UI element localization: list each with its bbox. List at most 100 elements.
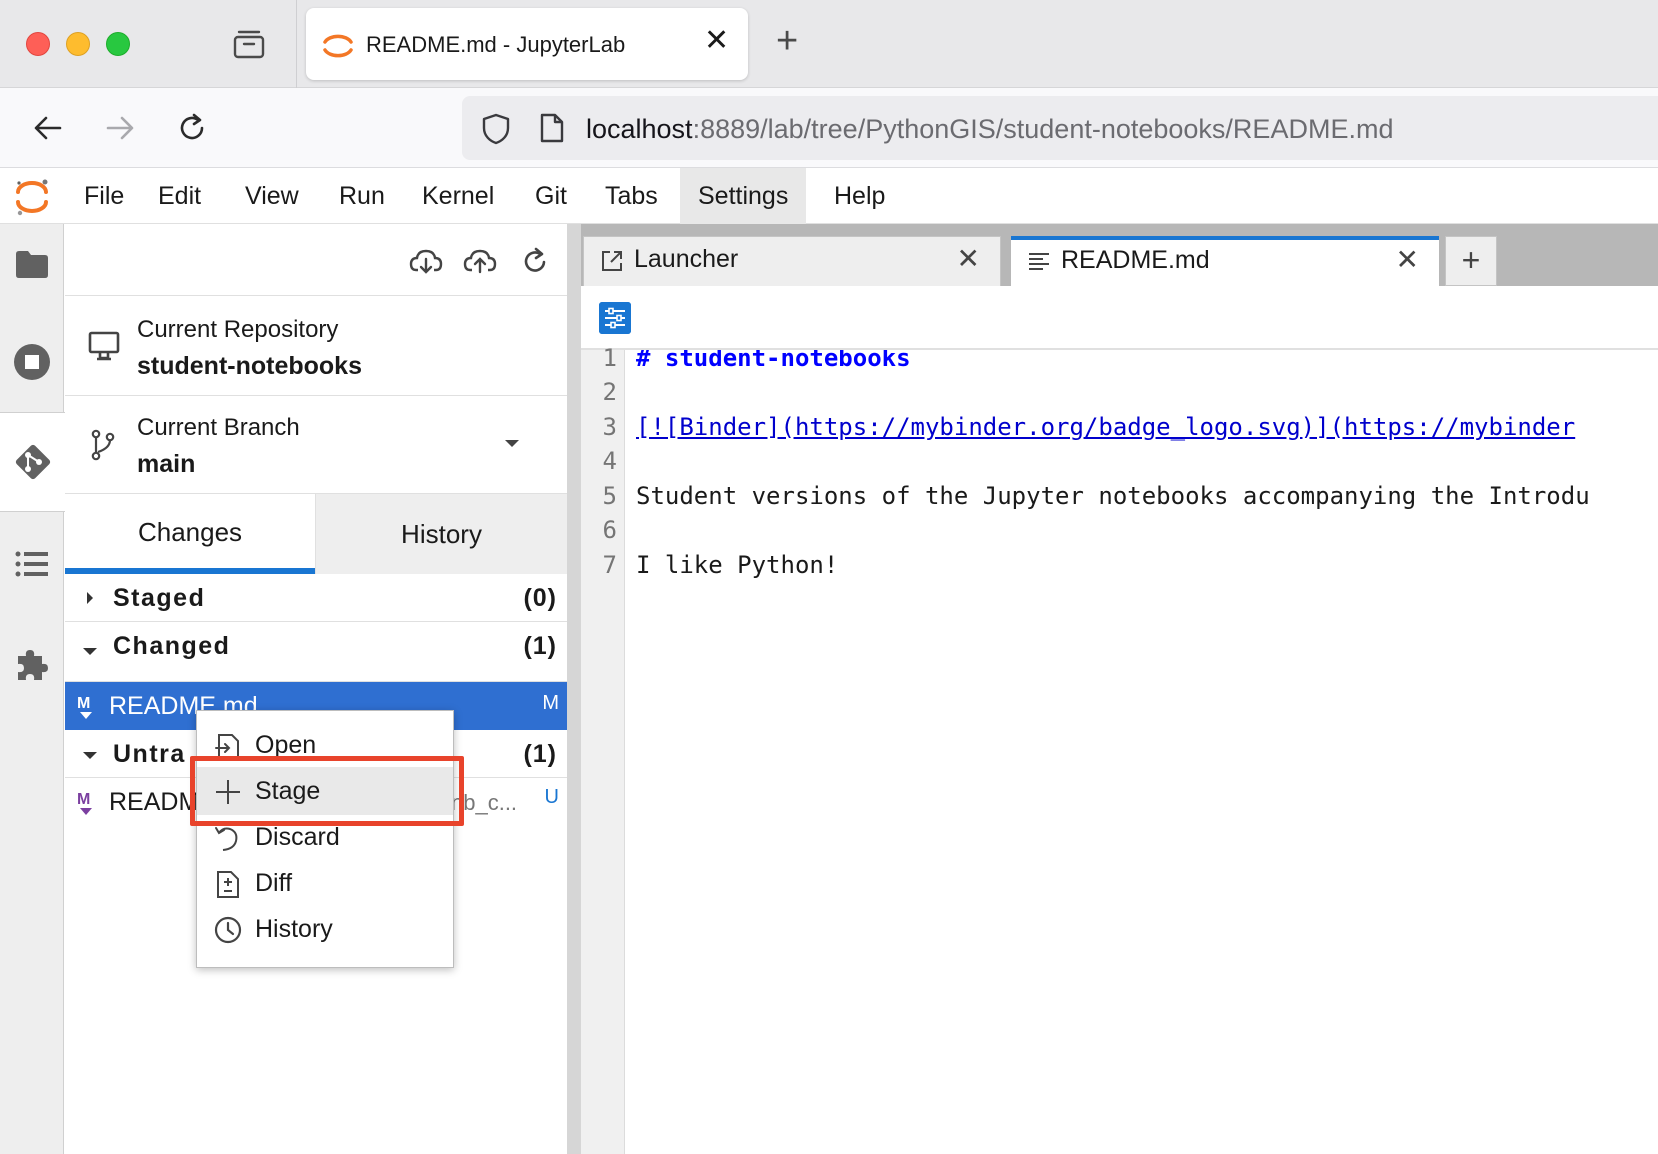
stage-highlight-annotation bbox=[190, 756, 464, 826]
browser-tab-active[interactable]: README.md - JupyterLab ✕ bbox=[306, 8, 748, 80]
line-number: 5 bbox=[602, 482, 617, 510]
markdown-editor[interactable]: # student-notebooks [![Binder](https://m… bbox=[626, 350, 1658, 1154]
desktop-icon bbox=[88, 331, 120, 361]
shield-icon[interactable] bbox=[480, 112, 512, 146]
text-file-icon bbox=[1029, 253, 1049, 270]
folder-icon bbox=[16, 251, 48, 278]
current-repository[interactable]: Current Repository student-notebooks bbox=[65, 296, 567, 396]
code-line-heading: # student-notebooks bbox=[636, 350, 911, 372]
menu-run[interactable]: Run bbox=[321, 168, 403, 224]
reload-icon[interactable] bbox=[174, 110, 210, 146]
editor-toolbar bbox=[581, 286, 1658, 350]
tab-changes[interactable]: Changes bbox=[65, 494, 315, 574]
caret-right-icon bbox=[87, 592, 93, 604]
git-panel: Current Repository student-notebooks Cur… bbox=[65, 224, 567, 1154]
git-toolbar bbox=[65, 224, 567, 296]
markdown-file-icon: M bbox=[77, 791, 92, 815]
menu-file[interactable]: File bbox=[66, 168, 142, 224]
navigation-bar: localhost:8889/lab/tree/PythonGIS/studen… bbox=[0, 88, 1658, 168]
svg-text:M: M bbox=[77, 695, 90, 712]
table-of-contents-tab[interactable] bbox=[0, 524, 64, 604]
line-number-gutter: 1 2 3 4 5 6 7 bbox=[581, 344, 625, 1154]
line-number: 1 bbox=[602, 344, 617, 372]
tab-separator bbox=[296, 0, 297, 88]
url-path: :8889/lab/tree/PythonGIS/student-noteboo… bbox=[692, 114, 1394, 144]
menu-edit[interactable]: Edit bbox=[140, 168, 219, 224]
section-count: (0) bbox=[523, 584, 557, 612]
url-host: localhost bbox=[586, 114, 693, 144]
line-number: 4 bbox=[602, 447, 617, 475]
menu-kernel[interactable]: Kernel bbox=[404, 168, 512, 224]
line-number: 6 bbox=[602, 516, 617, 544]
close-icon[interactable]: ✕ bbox=[957, 245, 980, 273]
tab-overview-icon[interactable] bbox=[232, 28, 266, 60]
code-line-link: [![Binder](https://mybinder.org/badge_lo… bbox=[636, 413, 1576, 441]
caret-down-icon bbox=[83, 752, 97, 759]
menu-item-label: History bbox=[255, 915, 333, 943]
repo-label: Current Repository bbox=[137, 316, 339, 343]
menu-view[interactable]: View bbox=[227, 168, 317, 224]
browser-tab-title: README.md - JupyterLab bbox=[366, 32, 626, 57]
file-context-menu: Open Stage Discard Diff History bbox=[196, 710, 454, 968]
extension-manager-tab[interactable] bbox=[0, 624, 64, 704]
section-title: Untra bbox=[113, 740, 186, 768]
line-number: 2 bbox=[602, 378, 617, 406]
activity-bar bbox=[0, 224, 65, 1154]
section-title: Changed bbox=[113, 632, 231, 660]
puzzle-piece-icon bbox=[18, 650, 48, 680]
window-minimize-button[interactable] bbox=[66, 32, 90, 56]
menu-item-label: Diff bbox=[255, 869, 293, 897]
tab-launcher[interactable]: Launcher ✕ bbox=[583, 236, 1001, 286]
branch-label: Current Branch bbox=[137, 414, 300, 441]
dock-tabbar: Launcher ✕ README.md ✕ + bbox=[581, 224, 1658, 288]
section-count: (1) bbox=[523, 632, 557, 660]
back-arrow-icon[interactable] bbox=[30, 110, 66, 146]
file-status-badge: U bbox=[544, 786, 559, 808]
line-number: 3 bbox=[602, 413, 617, 441]
stop-circle-icon bbox=[14, 344, 50, 380]
git-tabs: Changes History bbox=[65, 494, 567, 574]
cloud-download-icon[interactable] bbox=[409, 246, 443, 276]
jupyter-logo-icon bbox=[16, 179, 48, 216]
discard-icon bbox=[215, 827, 238, 851]
tab-history[interactable]: History bbox=[315, 494, 567, 574]
repo-name: student-notebooks bbox=[137, 352, 362, 380]
staged-section-header[interactable]: Staged (0) bbox=[65, 574, 567, 622]
panel-splitter[interactable] bbox=[567, 224, 581, 1154]
file-name: READM bbox=[109, 788, 200, 816]
add-tab-button[interactable]: + bbox=[1445, 236, 1497, 286]
section-title: Staged bbox=[113, 584, 206, 612]
running-sessions-tab[interactable] bbox=[0, 322, 64, 402]
property-inspector-icon[interactable] bbox=[599, 302, 631, 334]
git-tab[interactable] bbox=[0, 412, 65, 512]
tab-readme[interactable]: README.md ✕ bbox=[1011, 236, 1439, 288]
menu-git[interactable]: Git bbox=[517, 168, 585, 224]
browser-tab-close-icon[interactable]: ✕ bbox=[704, 26, 729, 56]
page-icon[interactable] bbox=[538, 112, 566, 144]
menu-item-history[interactable]: History bbox=[197, 905, 453, 953]
caret-down-icon bbox=[83, 648, 97, 655]
menu-settings[interactable]: Settings bbox=[680, 168, 807, 224]
close-icon[interactable]: ✕ bbox=[1396, 246, 1419, 274]
new-tab-button[interactable]: + bbox=[776, 22, 798, 60]
branch-dropdown-icon[interactable] bbox=[505, 440, 519, 447]
file-browser-tab[interactable] bbox=[0, 224, 64, 304]
menu-tabs[interactable]: Tabs bbox=[587, 168, 676, 224]
cloud-upload-icon[interactable] bbox=[463, 246, 497, 276]
browser-titlebar: README.md - JupyterLab ✕ + bbox=[0, 0, 1658, 88]
url-text[interactable]: localhost:8889/lab/tree/PythonGIS/studen… bbox=[586, 114, 1393, 145]
menu-item-diff[interactable]: Diff bbox=[197, 859, 453, 907]
code-line-text: Student versions of the Jupyter notebook… bbox=[636, 482, 1590, 510]
menu-item-label: Discard bbox=[255, 823, 340, 851]
menu-help[interactable]: Help bbox=[816, 168, 903, 224]
window-close-button[interactable] bbox=[26, 32, 50, 56]
window-maximize-button[interactable] bbox=[106, 32, 130, 56]
section-count: (1) bbox=[523, 740, 557, 768]
file-status-badge: M bbox=[542, 692, 559, 714]
url-bar[interactable]: localhost:8889/lab/tree/PythonGIS/studen… bbox=[462, 96, 1658, 160]
changed-section-header[interactable]: Changed (1) bbox=[65, 622, 567, 682]
current-branch[interactable]: Current Branch main bbox=[65, 396, 567, 494]
code-line-text: I like Python! bbox=[636, 551, 839, 579]
forward-arrow-icon[interactable] bbox=[102, 110, 138, 146]
refresh-icon[interactable] bbox=[521, 246, 549, 276]
